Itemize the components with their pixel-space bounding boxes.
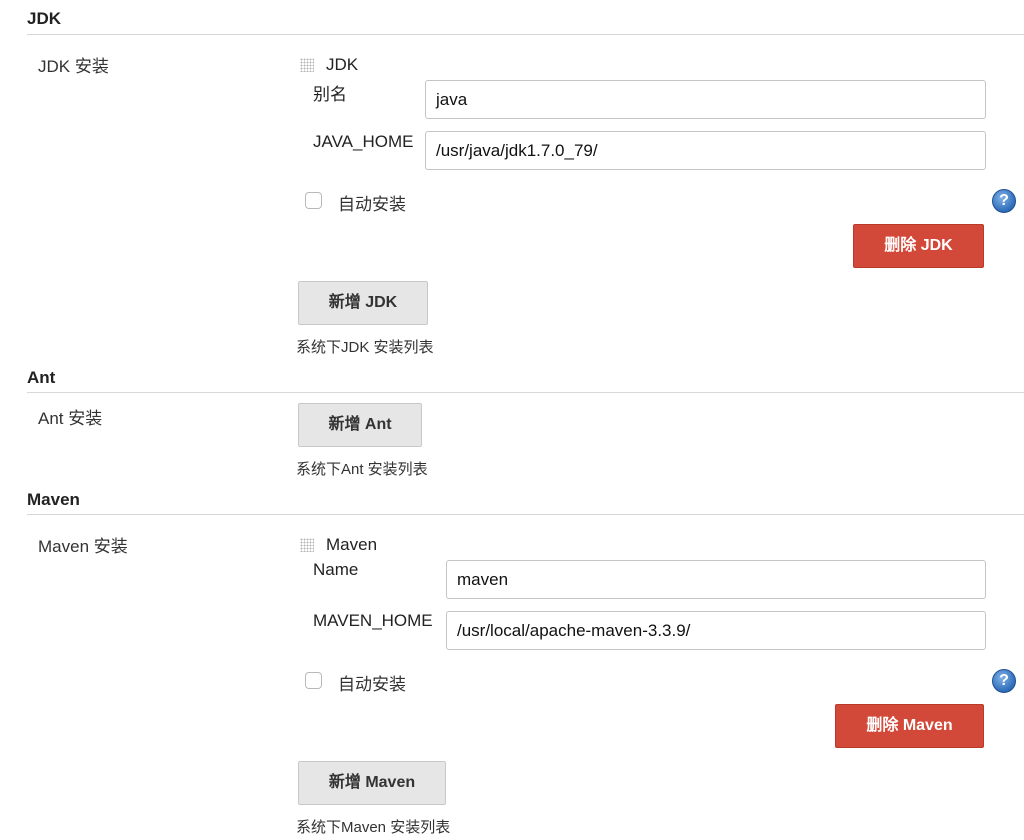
java-home-input[interactable]: /usr/java/jdk1.7.0_79/	[425, 131, 986, 170]
add-maven-button[interactable]: 新增 Maven	[298, 761, 446, 805]
maven-section-title: Maven	[27, 490, 80, 509]
jdk-auto-install-checkbox[interactable]	[305, 192, 322, 209]
ant-section-title: Ant	[27, 368, 56, 387]
jdk-alias-input[interactable]: java	[425, 80, 986, 119]
ant-install-description: 系统下Ant 安装列表	[296, 461, 428, 478]
drag-handle-icon[interactable]	[300, 58, 314, 72]
jdk-auto-install-label: 自动安装	[338, 195, 406, 214]
maven-home-label: MAVEN_HOME	[313, 611, 433, 630]
maven-name-label: Name	[313, 560, 359, 579]
jdk-section-title: JDK	[27, 9, 62, 28]
add-ant-button[interactable]: 新增 Ant	[298, 403, 422, 447]
add-jdk-button[interactable]: 新增 JDK	[298, 281, 428, 325]
ant-install-label: Ant 安装	[38, 409, 103, 428]
jdk-alias-label: 别名	[313, 85, 347, 104]
delete-jdk-button[interactable]: 删除 JDK	[853, 224, 984, 268]
maven-section-divider	[27, 514, 1024, 515]
ant-section-divider	[27, 392, 1024, 393]
delete-maven-button[interactable]: 删除 Maven	[835, 704, 984, 748]
jdk-item-name: JDK	[326, 55, 359, 74]
jdk-install-label: JDK 安装	[38, 57, 109, 76]
maven-auto-install-checkbox[interactable]	[305, 672, 322, 689]
help-icon[interactable]: ?	[992, 669, 1016, 693]
jdk-install-description: 系统下JDK 安装列表	[296, 339, 434, 356]
maven-home-input[interactable]: /usr/local/apache-maven-3.3.9/	[446, 611, 986, 650]
maven-auto-install-label: 自动安装	[338, 675, 406, 694]
maven-install-description: 系统下Maven 安装列表	[296, 819, 451, 836]
maven-name-input[interactable]: maven	[446, 560, 986, 599]
help-icon[interactable]: ?	[992, 189, 1016, 213]
maven-item-name: Maven	[326, 535, 378, 554]
drag-handle-icon[interactable]	[300, 538, 314, 552]
jdk-section-divider	[27, 34, 1024, 35]
maven-install-label: Maven 安装	[38, 537, 128, 556]
java-home-label: JAVA_HOME	[313, 132, 414, 151]
